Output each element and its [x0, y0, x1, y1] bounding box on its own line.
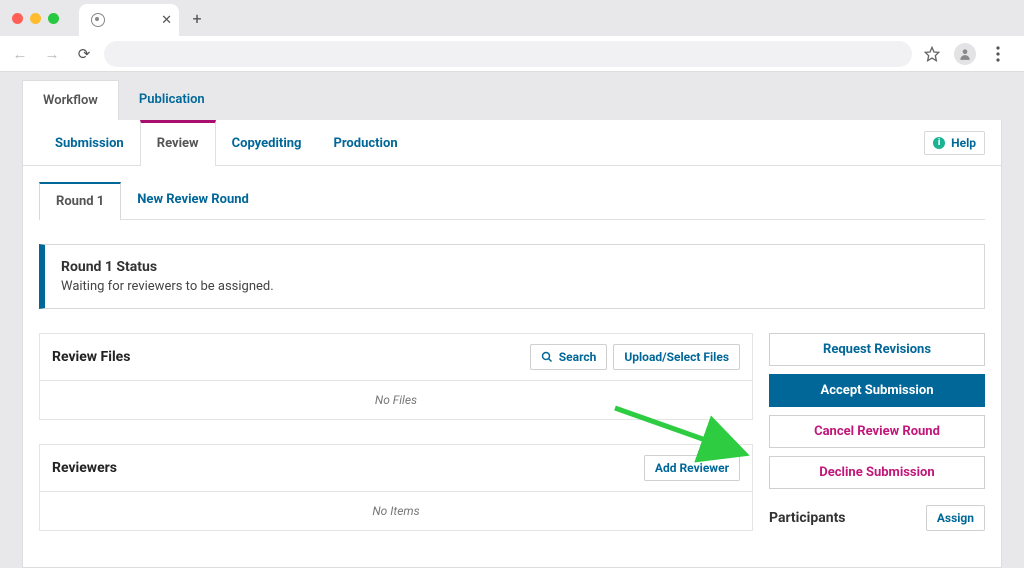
stage-tabs-row: Submission Review Copyediting Production…	[23, 120, 1001, 166]
tab-review[interactable]: Review	[140, 120, 216, 166]
tab-round-1[interactable]: Round 1	[39, 182, 121, 221]
upload-select-files-button[interactable]: Upload/Select Files	[613, 344, 740, 370]
workflow-panel: Submission Review Copyediting Production…	[22, 120, 1002, 568]
profile-avatar-icon[interactable]	[954, 43, 976, 65]
browser-toolbar: ← → ⟳	[0, 36, 1024, 72]
tab-strip: ✕ +	[0, 0, 1024, 36]
review-files-title: Review Files	[52, 349, 130, 365]
search-files-button[interactable]: Search	[530, 344, 608, 370]
tab-copyediting[interactable]: Copyediting	[216, 120, 318, 165]
round-status-box: Round 1 Status Waiting for reviewers to …	[39, 244, 985, 309]
help-label: Help	[951, 136, 976, 150]
decline-submission-button[interactable]: Decline Submission	[769, 456, 985, 489]
cancel-review-round-button[interactable]: Cancel Review Round	[769, 415, 985, 448]
round-tabs-border	[265, 182, 985, 220]
tab-new-review-round[interactable]: New Review Round	[121, 182, 265, 220]
assign-label: Assign	[937, 511, 974, 525]
round-status-message: Waiting for reviewers to be assigned.	[61, 279, 968, 294]
tab-submission[interactable]: Submission	[39, 120, 140, 165]
window-controls	[12, 13, 59, 24]
reviewers-section: Reviewers Add Reviewer No Items	[39, 444, 753, 531]
search-icon	[541, 351, 553, 363]
favicon-icon	[91, 13, 105, 27]
participants-title: Participants	[769, 510, 846, 526]
upload-label: Upload/Select Files	[624, 350, 729, 364]
reviewers-empty: No Items	[40, 492, 752, 530]
close-window-icon[interactable]	[12, 13, 23, 24]
reviewers-title: Reviewers	[52, 460, 117, 476]
page-content: Workflow Publication Submission Review C…	[0, 72, 1024, 568]
minimize-window-icon[interactable]	[30, 13, 41, 24]
request-revisions-button[interactable]: Request Revisions	[769, 333, 985, 366]
add-reviewer-label: Add Reviewer	[655, 461, 729, 475]
close-tab-icon[interactable]: ✕	[161, 13, 172, 28]
outer-tabs: Workflow Publication	[22, 80, 1002, 120]
toolbar-right	[920, 42, 1016, 66]
tab-workflow[interactable]: Workflow	[22, 80, 119, 120]
review-stage-body: Round 1 New Review Round Round 1 Status …	[23, 166, 1001, 547]
round-status-title: Round 1 Status	[61, 259, 968, 275]
bookmark-star-icon[interactable]	[920, 42, 944, 66]
browser-chrome: ✕ + ← → ⟳	[0, 0, 1024, 72]
new-tab-button[interactable]: +	[185, 6, 209, 30]
address-bar[interactable]	[104, 41, 912, 67]
participants-section: Participants Assign	[769, 497, 985, 531]
info-icon: i	[933, 137, 945, 149]
stage-tabs: Submission Review Copyediting Production	[23, 120, 414, 165]
review-files-section: Review Files Search Upload/Select Files	[39, 333, 753, 420]
forward-button[interactable]: →	[40, 42, 64, 66]
content-columns: Review Files Search Upload/Select Files	[39, 333, 985, 531]
kebab-menu-icon[interactable]	[986, 42, 1010, 66]
search-label: Search	[559, 350, 597, 364]
browser-tab[interactable]: ✕	[79, 4, 179, 36]
help-link[interactable]: i Help	[924, 131, 985, 155]
reload-button[interactable]: ⟳	[72, 42, 96, 66]
round-tabs: Round 1 New Review Round	[39, 182, 985, 220]
review-files-empty: No Files	[40, 381, 752, 419]
right-column: Request Revisions Accept Submission Canc…	[769, 333, 985, 531]
add-reviewer-button[interactable]: Add Reviewer	[644, 455, 740, 481]
maximize-window-icon[interactable]	[48, 13, 59, 24]
left-column: Review Files Search Upload/Select Files	[39, 333, 753, 531]
assign-participant-button[interactable]: Assign	[926, 505, 985, 531]
tab-publication[interactable]: Publication	[119, 80, 225, 120]
accept-submission-button[interactable]: Accept Submission	[769, 374, 985, 407]
tab-production[interactable]: Production	[317, 120, 413, 165]
back-button[interactable]: ←	[8, 42, 32, 66]
